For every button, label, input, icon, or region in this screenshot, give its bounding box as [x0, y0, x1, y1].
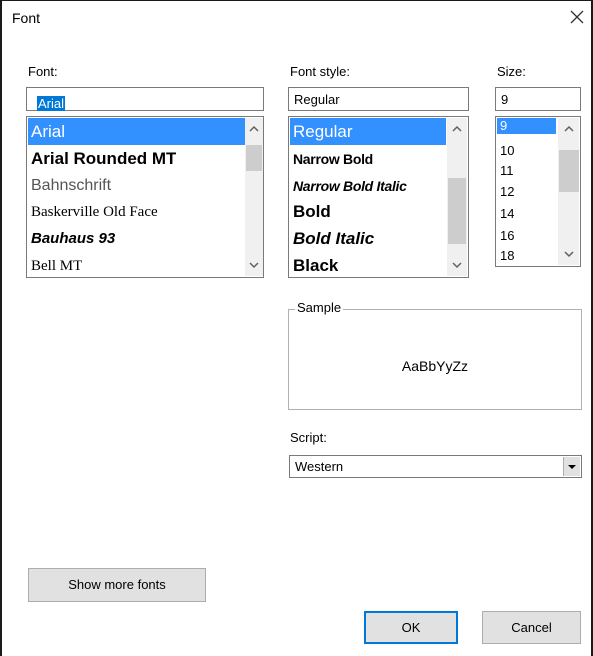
scrollbar-thumb[interactable]: [448, 178, 466, 244]
dialog-title: Font: [12, 10, 41, 26]
list-item[interactable]: 18: [497, 248, 514, 264]
chevron-down-icon[interactable]: [561, 246, 577, 262]
chevron-down-icon[interactable]: [563, 457, 580, 476]
size-list[interactable]: 9 10 11 12 14 16 18: [495, 116, 581, 267]
font-list[interactable]: Arial Arial Rounded MT Bahnschrift Baske…: [26, 116, 264, 278]
list-item[interactable]: 10: [497, 143, 514, 159]
list-item[interactable]: 11: [497, 163, 514, 179]
size-label: Size:: [497, 64, 526, 79]
font-list-scrollbar[interactable]: [245, 118, 263, 276]
list-item[interactable]: 14: [497, 206, 514, 222]
sample-text: AaBbYyZz: [401, 358, 469, 374]
script-value: Western: [295, 459, 344, 474]
window-frame-top: [0, 0, 593, 1]
font-style-input[interactable]: Regular: [288, 87, 469, 111]
sample-legend: Sample: [295, 300, 344, 315]
list-item[interactable]: Bold: [290, 199, 331, 225]
scrollbar-thumb[interactable]: [246, 145, 262, 171]
window-frame-left: [0, 0, 2, 656]
font-name-input[interactable]: Arial: [26, 87, 264, 111]
size-input[interactable]: 9: [495, 87, 581, 111]
chevron-down-icon[interactable]: [246, 257, 262, 273]
chevron-up-icon[interactable]: [246, 121, 262, 137]
chevron-down-icon[interactable]: [449, 257, 465, 273]
list-item[interactable]: Bell MT: [28, 253, 82, 277]
script-label: Script:: [290, 430, 327, 445]
list-item[interactable]: Bold Italic: [290, 226, 374, 252]
ok-button[interactable]: OK: [364, 611, 458, 644]
cancel-button[interactable]: Cancel: [482, 611, 581, 644]
font-style-list[interactable]: Regular Narrow Bold Narrow Bold Italic B…: [288, 116, 469, 278]
list-item[interactable]: Baskerville Old Face: [28, 199, 158, 225]
font-style-label: Font style:: [290, 64, 350, 79]
script-select[interactable]: Western: [289, 455, 582, 478]
list-item[interactable]: Regular: [290, 118, 446, 145]
list-item[interactable]: Black: [290, 253, 338, 277]
list-item[interactable]: 12: [497, 184, 514, 200]
list-item[interactable]: Narrow Bold Italic: [290, 173, 407, 199]
list-item[interactable]: 16: [497, 228, 514, 244]
list-item[interactable]: Arial: [28, 118, 245, 145]
list-item[interactable]: Narrow Bold: [290, 146, 373, 172]
list-item[interactable]: Arial Rounded MT: [28, 146, 176, 172]
size-value: 9: [501, 92, 509, 107]
list-item[interactable]: Bauhaus 93: [28, 226, 115, 252]
size-list-scrollbar[interactable]: [558, 118, 579, 265]
chevron-up-icon[interactable]: [449, 121, 465, 137]
scrollbar-thumb[interactable]: [559, 150, 579, 192]
list-item[interactable]: 9: [497, 118, 556, 134]
font-style-list-scrollbar[interactable]: [447, 118, 467, 276]
close-icon[interactable]: [566, 6, 588, 28]
font-label: Font:: [28, 64, 58, 79]
font-style-value: Regular: [294, 92, 340, 107]
list-item[interactable]: Bahnschrift: [28, 173, 111, 199]
chevron-up-icon[interactable]: [561, 121, 577, 137]
show-more-fonts-button[interactable]: Show more fonts: [28, 568, 206, 602]
font-name-value: Arial: [37, 96, 66, 111]
